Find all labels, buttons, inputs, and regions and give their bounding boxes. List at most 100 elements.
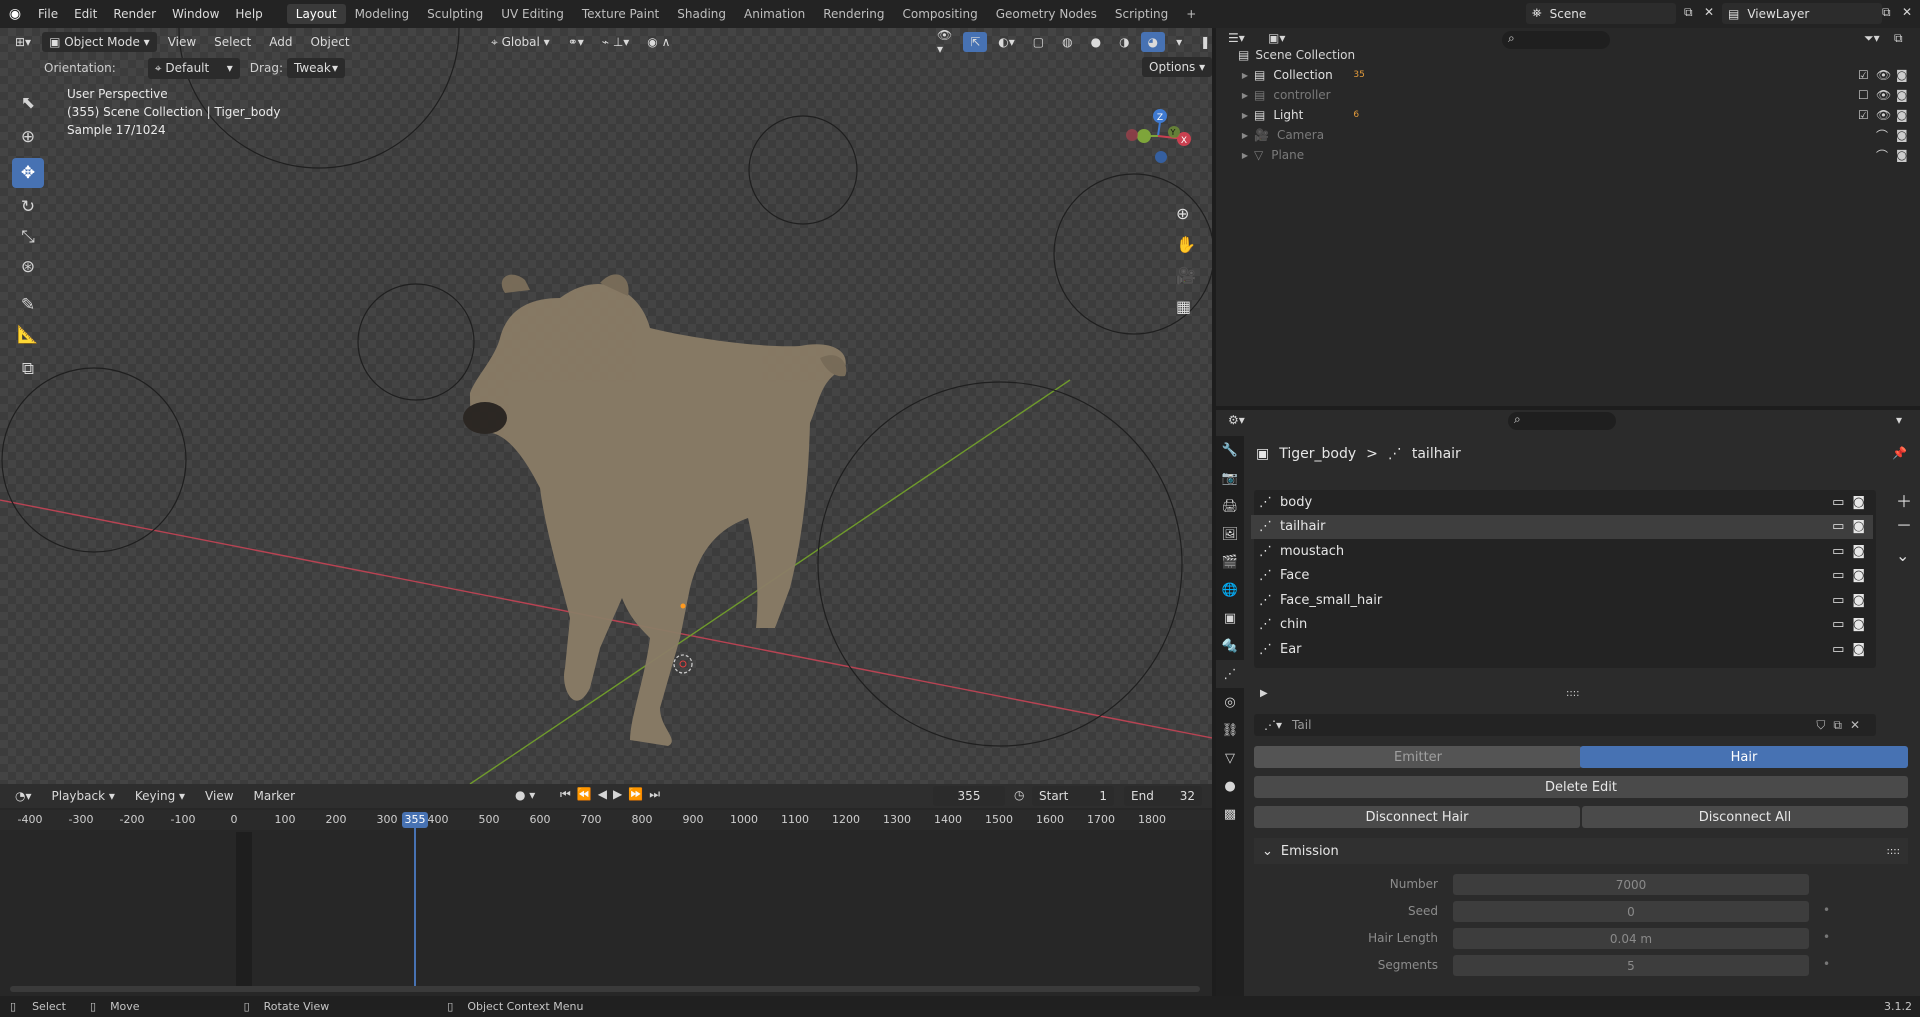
view-layer-selector[interactable]: ▤ ViewLayer — [1722, 3, 1882, 24]
duplicate-icon[interactable]: ⧉ — [1833, 718, 1850, 732]
render-camera-icon[interactable]: ◙ — [1896, 88, 1908, 102]
remove-particle-system-icon[interactable]: － — [1896, 514, 1912, 538]
breadcrumb-particle-system[interactable]: tailhair — [1412, 446, 1461, 462]
snap-icon[interactable]: ⌁ ⊥▾ — [595, 32, 637, 52]
render-camera-icon[interactable]: ◙ — [1896, 108, 1908, 122]
display-viewport-icon[interactable]: ▭ — [1832, 495, 1844, 510]
add-workspace-button[interactable]: + — [1177, 4, 1205, 24]
world-tab-icon[interactable]: 🌐 — [1216, 576, 1244, 604]
list-resize-handle[interactable]: :::: — [1566, 688, 1579, 699]
checkbox-icon[interactable]: ☐ — [1858, 88, 1869, 102]
rotate-tool-icon[interactable]: ↻ — [12, 192, 44, 222]
particle-system-name[interactable]: chin — [1280, 617, 1307, 632]
transform-tool-icon[interactable]: ⊛ — [12, 252, 44, 282]
jump-start-icon[interactable]: ⏮ — [560, 787, 577, 801]
outliner-row-label[interactable]: controller — [1273, 88, 1353, 102]
tab-geometry-nodes[interactable]: Geometry Nodes — [987, 4, 1106, 24]
playback-menu[interactable]: Playback ▾ — [45, 786, 122, 806]
menu-render[interactable]: Render — [105, 7, 164, 21]
shading-material-icon[interactable]: ◑ — [1112, 32, 1136, 52]
hair-toggle[interactable]: Hair — [1580, 746, 1908, 768]
outliner-row-label[interactable]: Collection — [1273, 68, 1353, 82]
particle-system-name[interactable]: Face — [1280, 568, 1309, 583]
particle-system-row[interactable]: ⋰ body ▭ ◙ — [1251, 490, 1873, 514]
menu-file[interactable]: File — [30, 7, 66, 21]
pan-hand-icon[interactable]: ✋ — [1176, 229, 1196, 260]
particle-system-name[interactable]: Ear — [1280, 642, 1302, 657]
marker-menu[interactable]: Marker — [247, 786, 302, 806]
expand-arrow-icon[interactable]: ▶ — [1216, 131, 1254, 140]
record-icon[interactable]: ● ▾ — [515, 788, 535, 802]
eye-icon[interactable]: ⌒ — [1876, 127, 1888, 144]
overlay-toggle-icon[interactable]: ◐▾ — [991, 32, 1022, 52]
display-viewport-icon[interactable]: ▭ — [1832, 593, 1844, 608]
eye-icon[interactable]: 👁 — [1876, 68, 1891, 82]
filter-icon[interactable]: ⏷▾ — [1864, 31, 1880, 46]
outliner-row[interactable]: ▶ ▤ Light 6 ☑ 👁 ◙ — [1216, 105, 1920, 125]
delete-edit-button[interactable]: Delete Edit — [1254, 776, 1908, 798]
tab-layout[interactable]: Layout — [286, 4, 346, 24]
pivot-point-icon[interactable]: ⚭▾ — [561, 32, 591, 52]
particle-system-name[interactable]: tailhair — [1280, 519, 1325, 534]
object-mode-dropdown[interactable]: ▣ Object Mode ▾ — [42, 32, 157, 52]
shading-wireframe-icon[interactable]: ◍ — [1055, 32, 1079, 52]
keyframe-dot-icon[interactable]: • — [1823, 930, 1830, 944]
outliner-row[interactable]: ▶ ▤ controller ☐ 👁 ◙ — [1216, 85, 1920, 105]
particle-system-row[interactable]: ⋰ chin ▭ ◙ — [1251, 613, 1873, 637]
tab-texture-paint[interactable]: Texture Paint — [573, 4, 668, 24]
display-viewport-icon[interactable]: ▭ — [1832, 642, 1844, 657]
modifier-tab-icon[interactable]: 🔩 — [1216, 632, 1244, 660]
outliner-row[interactable]: ▶ ▤ Collection 35 ☑ 👁 ◙ — [1216, 65, 1920, 85]
eye-icon[interactable]: 👁 — [1876, 88, 1891, 102]
outliner-row-label[interactable]: Plane — [1271, 148, 1351, 162]
3d-viewport[interactable]: ⊞▾ ▣ Object Mode ▾ View Select Add Objec… — [0, 28, 1212, 784]
disconnect-all-button[interactable]: Disconnect All — [1582, 806, 1908, 828]
proportional-edit-icon[interactable]: ◉ ∧ — [640, 32, 677, 52]
render-tab-icon[interactable]: 📷 — [1216, 464, 1244, 492]
pause-render-icon[interactable]: ❚❚ — [1193, 32, 1212, 52]
data-tab-icon[interactable]: ▽ — [1216, 744, 1244, 772]
shading-solid-icon[interactable]: ● — [1084, 32, 1108, 52]
outliner-editor-type-icon[interactable]: ☰▾ — [1228, 31, 1245, 45]
render-camera-icon[interactable]: ◙ — [1852, 544, 1865, 559]
timeline-view-menu[interactable]: View — [198, 786, 240, 806]
expand-arrow-icon[interactable]: ▶ — [1216, 91, 1254, 100]
scene-tab-icon[interactable]: 🎬 — [1216, 548, 1244, 576]
gizmo-toggle-icon[interactable]: ⇱ — [963, 32, 988, 52]
editor-type-icon[interactable]: ⊞▾ — [8, 32, 38, 52]
playhead-line[interactable] — [414, 812, 416, 988]
particle-system-name[interactable]: Face_small_hair — [1280, 593, 1382, 608]
tab-sculpting[interactable]: Sculpting — [418, 4, 492, 24]
scale-tool-icon[interactable]: ⤡ — [12, 222, 44, 252]
particle-system-row[interactable]: ⋰ Face ▭ ◙ — [1251, 564, 1873, 588]
render-camera-icon[interactable]: ◙ — [1896, 148, 1908, 162]
particles-tab-icon[interactable]: ⋰ — [1216, 660, 1244, 688]
add-cube-tool-icon[interactable]: ⧉ — [12, 354, 44, 384]
particle-settings-name[interactable]: Tail — [1292, 718, 1311, 732]
timeline-scrollbar[interactable] — [10, 986, 1200, 992]
panel-drag-handle[interactable]: :::: — [1887, 846, 1908, 857]
fake-user-icon[interactable]: ⛉ — [1816, 718, 1833, 732]
display-viewport-icon[interactable]: ▭ — [1832, 617, 1844, 632]
tab-animation[interactable]: Animation — [735, 4, 814, 24]
menu-edit[interactable]: Edit — [66, 7, 105, 21]
add-particle-system-icon[interactable]: ＋ — [1896, 490, 1912, 514]
expand-arrow-icon[interactable]: ▶ — [1216, 151, 1254, 160]
end-frame-field[interactable]: End 32 — [1124, 786, 1202, 806]
camera-view-icon[interactable]: 🎥 — [1176, 260, 1196, 291]
emission-field-value[interactable]: 5 — [1453, 955, 1809, 976]
render-camera-icon[interactable]: ◙ — [1852, 568, 1865, 583]
physics-tab-icon[interactable]: ◎ — [1216, 688, 1244, 716]
render-camera-icon[interactable]: ◙ — [1852, 593, 1865, 608]
transform-orientation-dropdown[interactable]: ⌖ Global ▾ — [484, 32, 557, 53]
particle-settings-selector[interactable]: ⋰▾ Tail ⛉⧉✕ — [1254, 714, 1876, 736]
orientation-dropdown[interactable]: ⌖ Default ▾ — [147, 57, 240, 79]
outliner-row[interactable]: ▶ 🎥 Camera ⌒ ◙ — [1216, 125, 1920, 145]
jump-end-icon[interactable]: ⏭ — [649, 787, 666, 801]
object-tab-icon[interactable]: ▣ — [1216, 604, 1244, 632]
display-viewport-icon[interactable]: ▭ — [1832, 568, 1844, 583]
tool-tab-icon[interactable]: 🔧 — [1216, 436, 1244, 464]
texture-tab-icon[interactable]: ▩ — [1216, 800, 1244, 828]
play-reverse-icon[interactable]: ◀ — [598, 787, 613, 801]
display-viewport-icon[interactable]: ▭ — [1832, 519, 1844, 534]
